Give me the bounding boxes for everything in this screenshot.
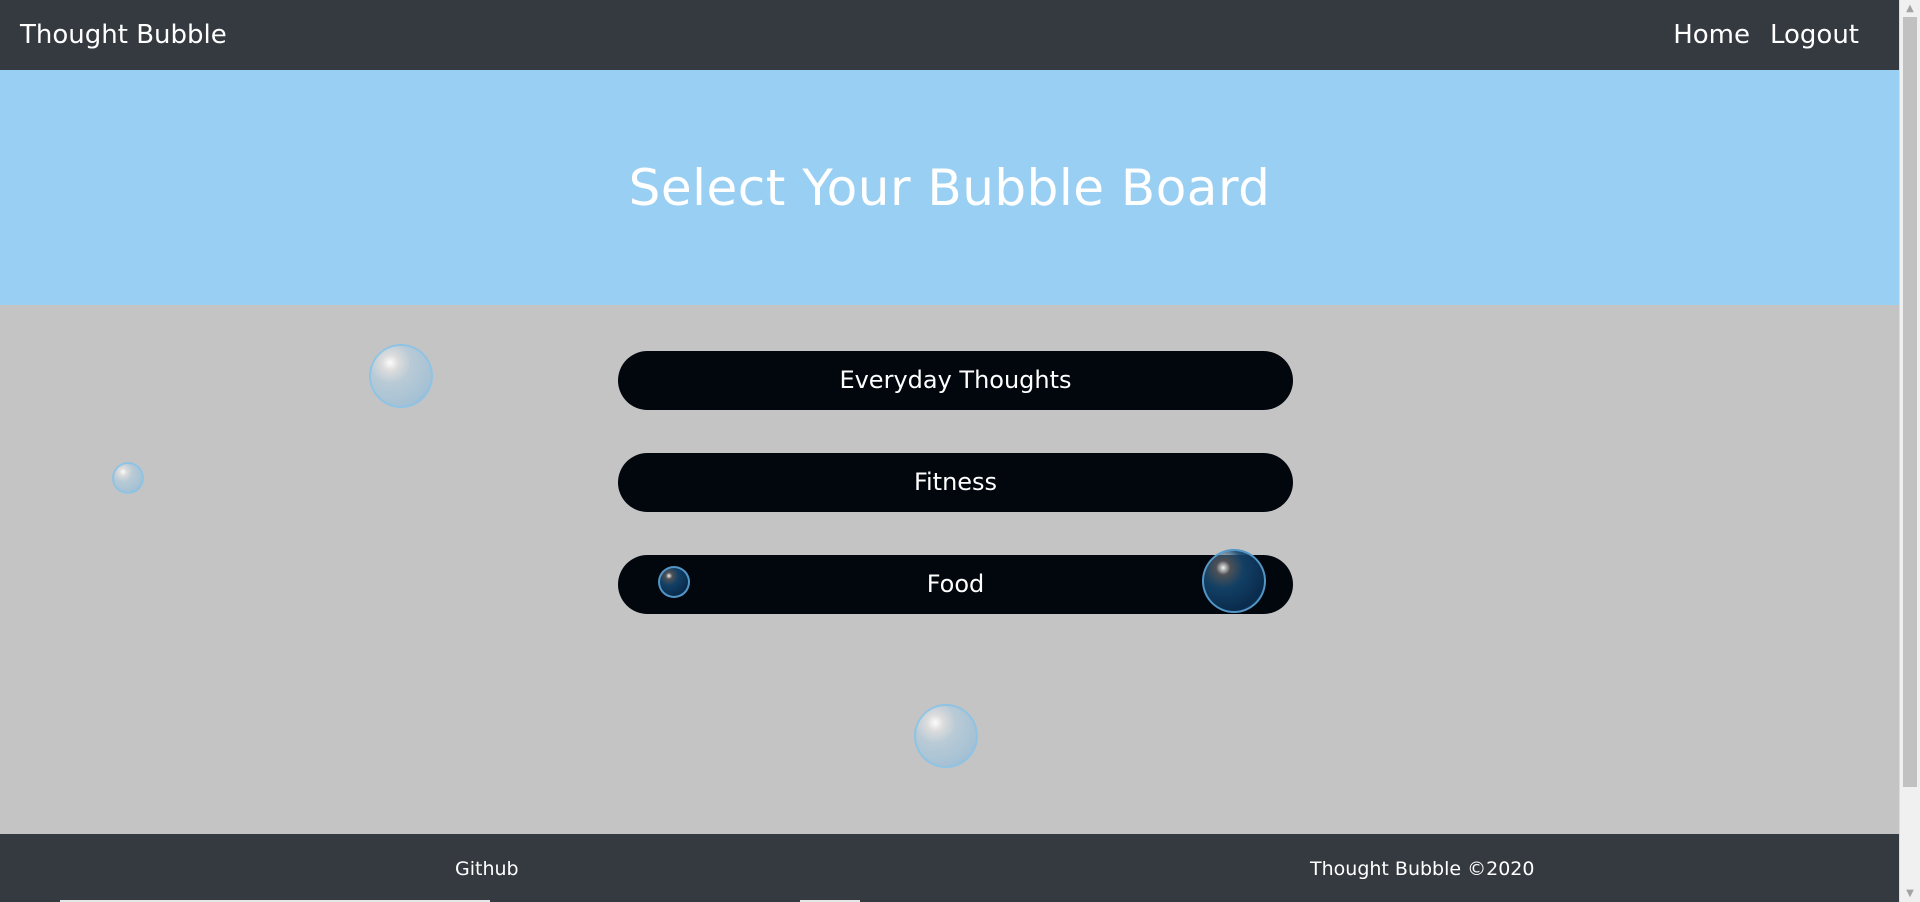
nav-home-link[interactable]: Home — [1673, 18, 1750, 52]
viewport: Thought Bubble Home Logout Select Your B… — [0, 0, 1899, 902]
bubble-icon — [369, 344, 433, 408]
scroll-thumb[interactable] — [1903, 17, 1917, 787]
vertical-scrollbar[interactable]: ▲ ▼ — [1899, 0, 1920, 902]
navbar: Thought Bubble Home Logout — [0, 0, 1899, 70]
page-title: Select Your Bubble Board — [628, 158, 1271, 217]
board-button-everyday-thoughts[interactable]: Everyday Thoughts — [618, 351, 1293, 410]
scroll-up-arrow-icon[interactable]: ▲ — [1900, 0, 1920, 17]
github-link[interactable]: Github — [455, 858, 519, 880]
hero-banner: Select Your Bubble Board — [0, 70, 1899, 305]
copyright-text: Thought Bubble ©2020 — [1310, 858, 1535, 880]
bubble-icon — [1202, 549, 1266, 613]
bubble-icon — [914, 704, 978, 768]
page: Thought Bubble Home Logout Select Your B… — [0, 0, 1920, 902]
brand-link[interactable]: Thought Bubble — [20, 18, 227, 52]
board-button-food[interactable]: Food — [618, 555, 1293, 614]
scroll-down-arrow-icon[interactable]: ▼ — [1900, 885, 1920, 902]
board-button-fitness[interactable]: Fitness — [618, 453, 1293, 512]
nav-logout-link[interactable]: Logout — [1770, 18, 1859, 52]
footer: Github Thought Bubble ©2020 — [0, 834, 1899, 902]
bubble-icon — [658, 566, 690, 598]
nav-links: Home Logout — [1673, 18, 1859, 52]
bubble-icon — [112, 462, 144, 494]
